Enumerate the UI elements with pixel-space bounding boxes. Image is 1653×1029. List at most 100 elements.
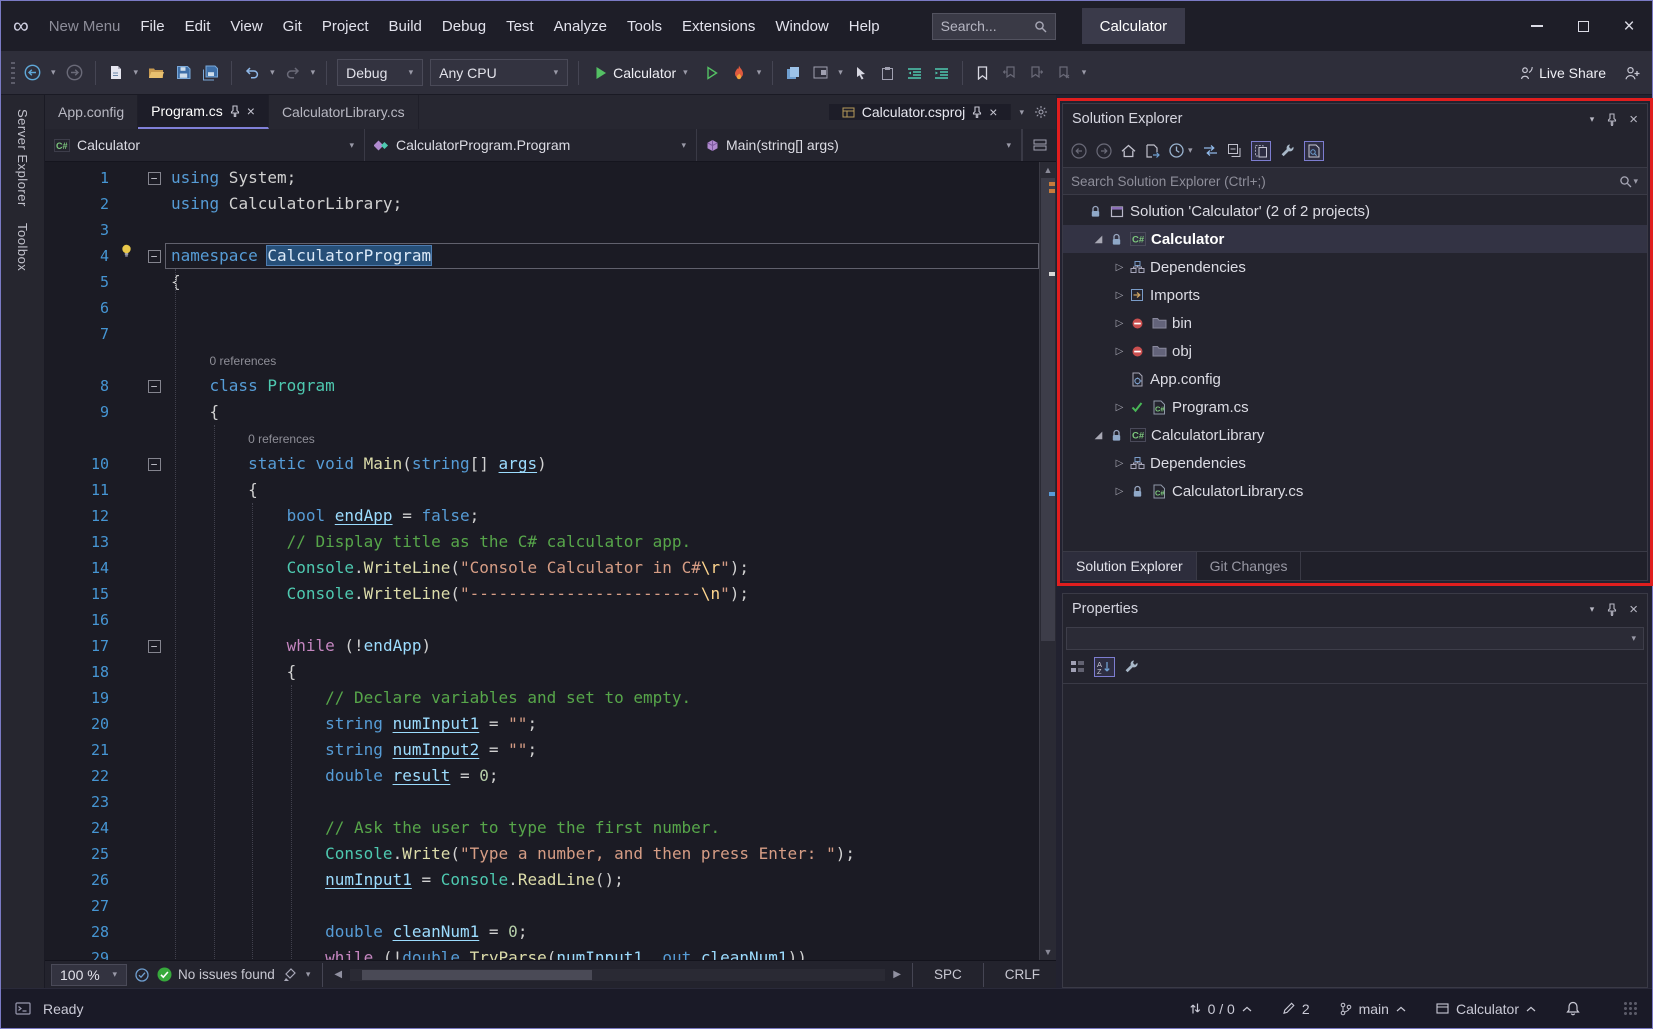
start-without-debugging-button[interactable] [702,58,722,88]
tab-git-changes[interactable]: Git Changes [1197,552,1302,580]
scrollbar-thumb[interactable] [1041,178,1055,641]
breakpoint-margin[interactable] [45,633,67,659]
tab-program-cs[interactable]: Program.cs × [138,95,269,129]
sync-with-active-document-icon[interactable] [1145,144,1160,158]
code-text[interactable]: while (!double.TryParse(numInput1, out c… [165,945,1039,960]
solution-explorer-search[interactable]: Search Solution Explorer (Ctrl+;) ▾ [1063,168,1647,195]
tab-app-config[interactable]: App.config [45,95,138,129]
split-editor-button[interactable] [1022,129,1056,161]
forward-icon[interactable] [1096,143,1112,159]
fold-marker-icon[interactable]: − [148,640,161,653]
expand-arrow-icon[interactable]: ▷ [1111,346,1128,357]
start-debugging-button[interactable]: Calculator ▾ [589,58,695,88]
collapse-arrow-icon[interactable]: ◢ [1090,430,1107,441]
menu-build[interactable]: Build [379,18,432,35]
scroll-left-arrow-icon[interactable]: ◀ [334,969,342,980]
code-text[interactable] [165,789,1039,815]
tree-item-obj[interactable]: ▷obj [1063,337,1647,365]
breakpoint-margin[interactable] [45,269,67,295]
close-icon[interactable]: × [989,104,997,120]
toolbar-overflow-chevron[interactable]: ▾ [1081,67,1088,78]
code-text[interactable] [165,893,1039,919]
tree-item-calculatorlibrary[interactable]: ◢C#CalculatorLibrary [1063,421,1647,449]
tree-item-solution-calculator-2-of-2-projects[interactable]: Solution 'Calculator' (2 of 2 projects) [1063,197,1647,225]
clipboard-button[interactable] [878,58,898,88]
scroll-right-arrow-icon[interactable]: ▶ [893,969,901,980]
code-text[interactable]: static void Main(string[] args) [165,451,1039,477]
code-text[interactable] [165,607,1039,633]
hot-reload-dropdown[interactable]: ▾ [756,67,763,78]
fold-marker-icon[interactable]: − [148,172,161,185]
issues-status[interactable]: No issues found [157,967,275,982]
open-folder-button[interactable] [146,58,166,88]
tree-item-app-config[interactable]: App.config [1063,365,1647,393]
navigate-back-dropdown[interactable]: ▾ [50,67,57,78]
notifications-bell-icon[interactable] [1566,1001,1580,1016]
undo-dropdown[interactable]: ▾ [269,67,276,78]
menu-help[interactable]: Help [839,18,890,35]
breakpoint-margin[interactable] [45,425,67,451]
space-indicator[interactable]: SPC [924,967,972,982]
back-icon[interactable] [1071,143,1087,159]
code-text[interactable]: string numInput1 = ""; [165,711,1039,737]
code-text[interactable]: class Program [165,373,1039,399]
expand-arrow-icon[interactable]: ▷ [1111,318,1128,329]
close-icon[interactable]: × [1629,601,1638,618]
menu-edit[interactable]: Edit [175,18,221,35]
live-share-button[interactable]: Live Share [1513,58,1612,88]
pending-changes-filter-icon[interactable]: ▾ [1169,143,1194,158]
code-text[interactable]: Console.WriteLine("---------------------… [165,581,1039,607]
breakpoint-margin[interactable] [45,737,67,763]
git-branch-indicator[interactable]: main [1340,1001,1406,1017]
redo-dropdown[interactable]: ▾ [310,67,317,78]
breakpoint-margin[interactable] [45,165,67,191]
breakpoint-margin[interactable] [45,607,67,633]
git-sync-indicator[interactable]: 0 / 0 [1189,1001,1252,1017]
code-text[interactable]: { [165,269,1039,295]
breakpoint-margin[interactable] [45,711,67,737]
code-text[interactable] [165,295,1039,321]
code-cleanup-dropdown[interactable]: ▾ [305,969,312,980]
breakpoint-margin[interactable] [45,581,67,607]
code-text[interactable]: numInput1 = Console.ReadLine(); [165,867,1039,893]
scrollbar-thumb[interactable] [362,970,592,980]
add-account-button[interactable] [1622,58,1642,88]
tree-item-bin[interactable]: ▷bin [1063,309,1647,337]
properties-object-dropdown[interactable]: ▾ [1066,627,1644,650]
property-pages-wrench-icon[interactable] [1124,659,1139,674]
new-file-button[interactable] [106,58,126,88]
breakpoint-margin[interactable] [45,555,67,581]
preview-window-dropdown[interactable]: ▾ [837,67,844,78]
code-text[interactable]: while (!endApp) [165,633,1039,659]
clear-bookmarks-button[interactable] [1054,58,1074,88]
save-all-button[interactable] [200,58,221,88]
close-button[interactable]: × [1606,1,1652,51]
tab-solution-explorer[interactable]: Solution Explorer [1063,552,1197,580]
tree-item-imports[interactable]: ▷Imports [1063,281,1647,309]
code-text[interactable] [165,217,1039,243]
navigate-forward-button[interactable] [64,58,85,88]
menu-tools[interactable]: Tools [617,18,672,35]
scroll-up-arrow-icon[interactable]: ▲ [1040,165,1056,175]
save-button[interactable] [173,58,193,88]
toolbar-grip[interactable] [11,62,15,84]
pending-edits-indicator[interactable]: 2 [1282,1001,1310,1017]
lightbulb-icon[interactable] [119,243,143,269]
breakpoint-margin[interactable] [45,685,67,711]
breakpoint-margin[interactable] [45,191,67,217]
breakpoint-margin[interactable] [45,919,67,945]
menu-project[interactable]: Project [312,18,379,35]
zoom-dropdown[interactable]: 100 % ▾ [51,964,127,986]
vertical-scrollbar[interactable]: ▲ ▼ [1039,162,1056,960]
expand-arrow-icon[interactable]: ▷ [1111,262,1128,273]
pin-icon[interactable] [230,105,240,117]
breakpoint-margin[interactable] [45,477,67,503]
close-icon[interactable]: × [247,103,255,119]
code-text[interactable]: // Display title as the C# calculator ap… [165,529,1039,555]
menu-debug[interactable]: Debug [432,18,496,35]
redo-button[interactable] [283,58,303,88]
collapse-all-icon[interactable] [1227,143,1242,158]
home-icon[interactable] [1121,144,1136,158]
code-cleanup-icon[interactable] [283,968,297,982]
next-bookmark-button[interactable] [1027,58,1047,88]
